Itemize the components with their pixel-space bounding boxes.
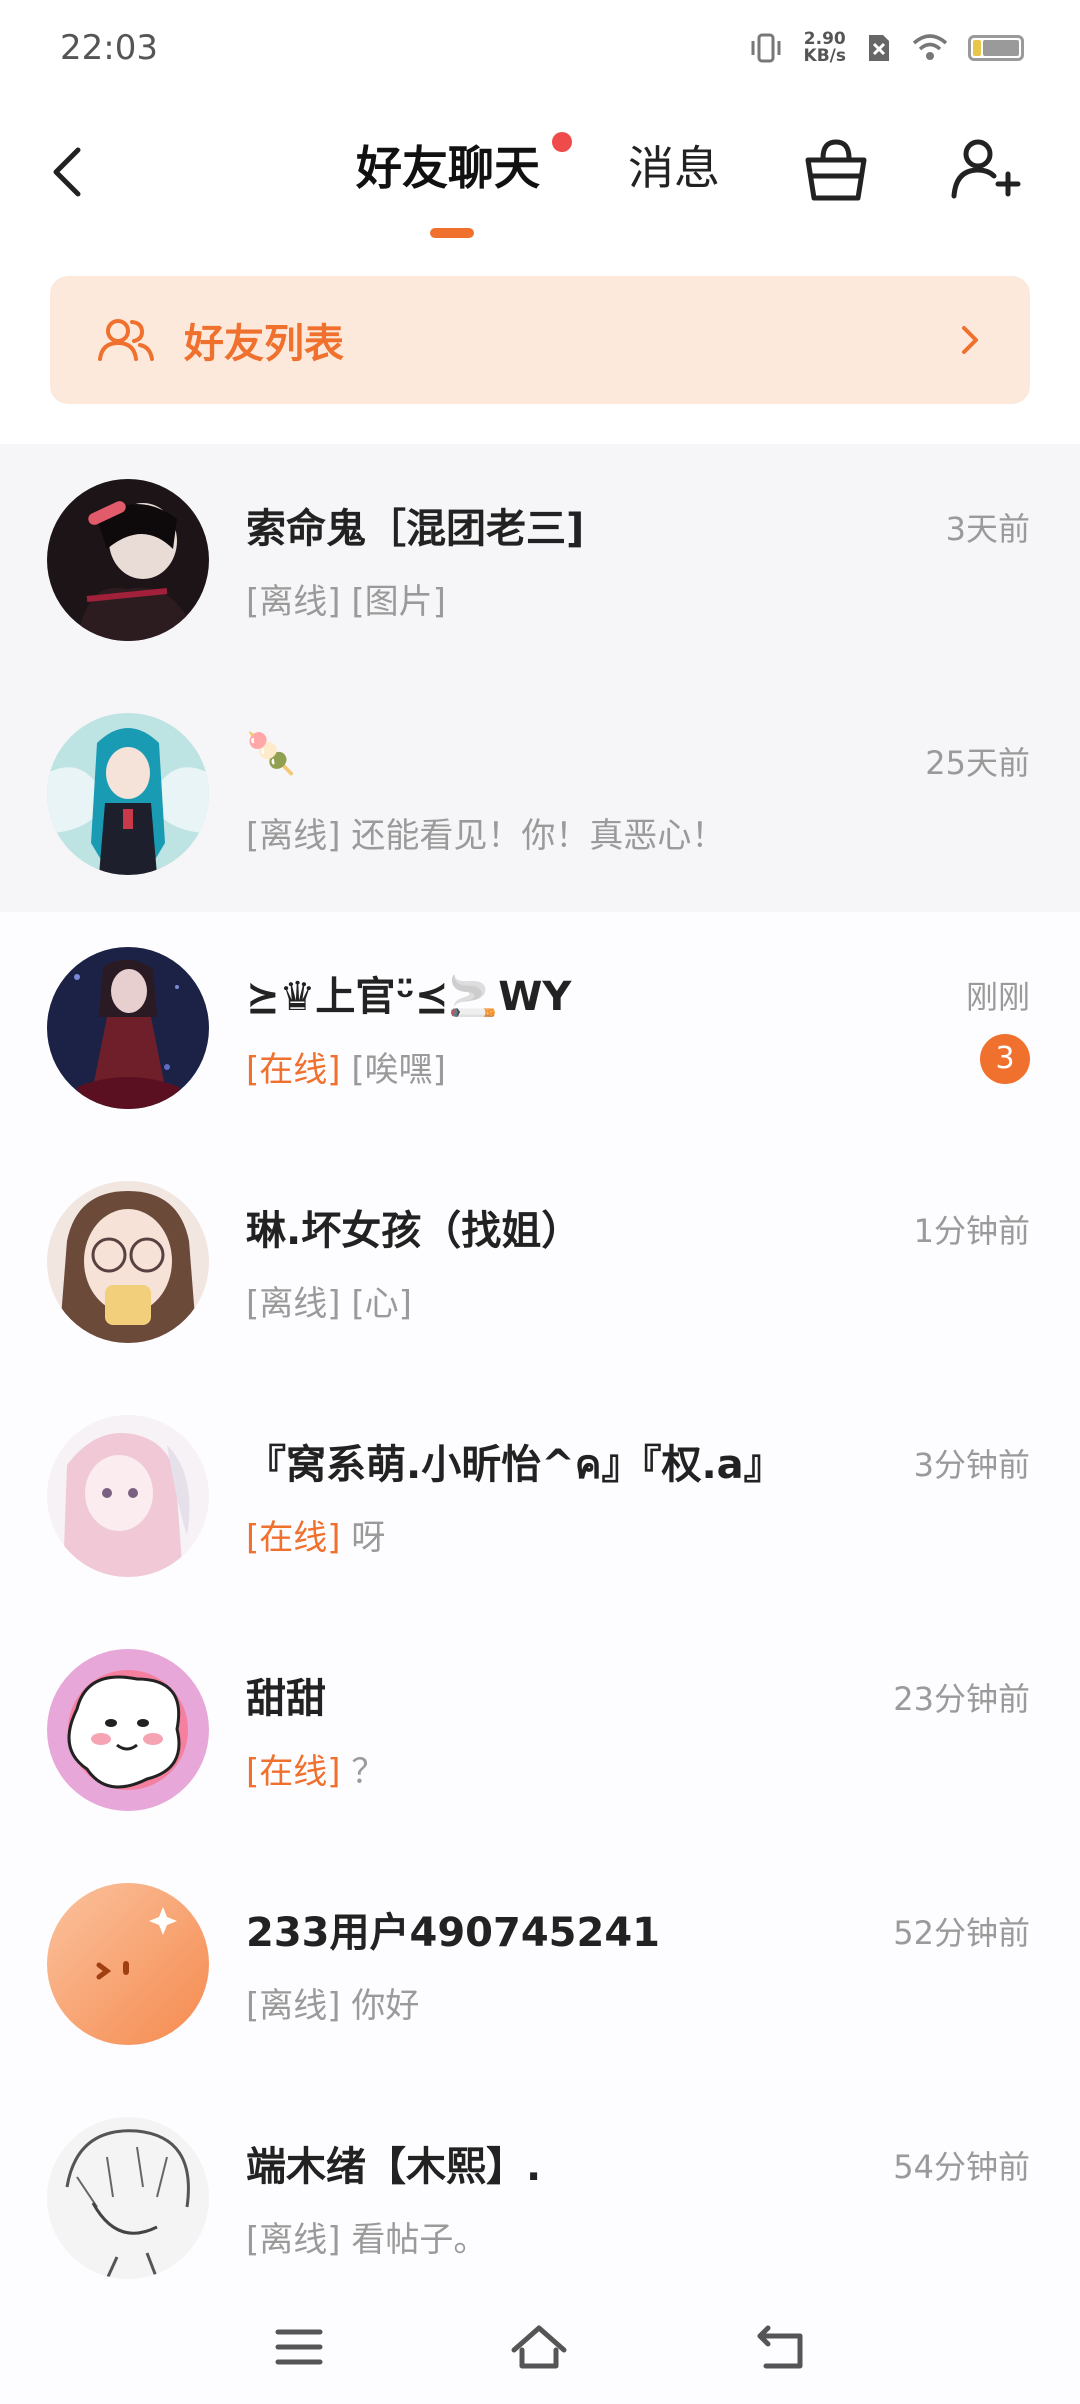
chat-list: 索命鬼［混团老三] [离线] [图片] 3天前 🍡 [离线] 还能看见！你！真恶… <box>0 444 1080 2316</box>
chat-time: 刚刚 <box>965 978 1030 1016</box>
chat-row[interactable]: 索命鬼［混团老三] [离线] [图片] 3天前 <box>0 444 1080 678</box>
chat-time: 25天前 <box>925 744 1030 782</box>
chat-name: 甜甜 <box>246 1676 326 1722</box>
chat-status: [在线] <box>246 1050 341 1090</box>
chevron-left-icon <box>53 147 81 197</box>
active-tab-indicator <box>430 228 474 238</box>
basket-button[interactable] <box>796 130 876 210</box>
home-icon <box>511 2325 567 2369</box>
status-icons: 2.90 KB/s <box>748 31 1024 65</box>
avatar[interactable] <box>47 1415 209 1577</box>
avatar[interactable] <box>47 479 209 641</box>
chat-status: [离线] <box>246 1284 341 1324</box>
top-navigation: 好友聊天 消息 <box>0 110 1080 250</box>
avatar[interactable] <box>47 2117 209 2279</box>
chat-preview: [离线] 还能看见！你！真恶心！ <box>246 808 725 857</box>
chat-row[interactable]: 端木绪【木熙】. [离线] 看帖子。 54分钟前 <box>0 2082 1080 2316</box>
chat-name: 『窝系萌.小昕怡^ค』『权.a』 <box>246 1442 784 1488</box>
battery-icon <box>968 35 1024 61</box>
chat-row[interactable]: ⪰♛上官ᵕ̈⪯🚬WY [在线] [唉嘿] 刚刚 3 <box>0 912 1080 1146</box>
chat-status: [离线] <box>246 2220 341 2260</box>
avatar[interactable] <box>47 1649 209 1811</box>
chat-preview: [在线] ？ <box>246 1744 385 1793</box>
avatar[interactable] <box>47 713 209 875</box>
chat-row[interactable]: 琳.坏女孩（找姐） [离线] [心] 1分钟前 <box>0 1146 1080 1380</box>
friends-icon <box>98 319 154 361</box>
chat-name: ⪰♛上官ᵕ̈⪯🚬WY <box>246 974 572 1020</box>
chat-time: 54分钟前 <box>893 2148 1030 2186</box>
chat-time: 52分钟前 <box>893 1914 1030 1952</box>
chat-name: 🍡 <box>246 731 296 777</box>
back-button[interactable] <box>40 134 100 214</box>
home-button[interactable] <box>504 2312 574 2382</box>
unread-badge: 3 <box>980 1034 1030 1084</box>
add-friend-button[interactable] <box>944 130 1024 210</box>
chat-name: 索命鬼［混团老三] <box>246 506 585 552</box>
chat-preview: [离线] 看帖子。 <box>246 2212 487 2261</box>
chat-message: 看帖子。 <box>351 2220 488 2260</box>
chat-message: ？ <box>351 1752 386 1792</box>
basket-icon <box>805 139 867 201</box>
sim-off-icon <box>869 35 889 61</box>
tab-friend-chat[interactable]: 好友聊天 <box>356 132 540 198</box>
chat-row[interactable]: 甜甜 [在线] ？ 23分钟前 <box>0 1614 1080 1848</box>
chat-name: 琳.坏女孩（找姐） <box>246 1208 582 1254</box>
tab-messages[interactable]: 消息 <box>628 132 720 198</box>
net-speed: 2.90 KB/s <box>804 31 846 65</box>
net-speed-unit: KB/s <box>803 46 846 66</box>
chat-status: [离线] <box>246 816 341 856</box>
chat-message: [唉嘿] <box>351 1050 446 1090</box>
wifi-icon <box>912 34 948 60</box>
system-back-button[interactable] <box>746 2312 816 2382</box>
chat-message: [心] <box>351 1284 412 1324</box>
friend-list-entry[interactable]: 好友列表 <box>50 276 1030 404</box>
avatar[interactable] <box>47 947 209 1109</box>
chat-time: 23分钟前 <box>893 1680 1030 1718</box>
chat-status: [离线] <box>246 1986 341 2026</box>
status-time: 22:03 <box>60 28 158 68</box>
chat-message: 呀 <box>351 1518 386 1558</box>
chat-preview: [在线] 呀 <box>246 1510 385 1559</box>
chat-row[interactable]: 『窝系萌.小昕怡^ค』『权.a』 [在线] 呀 3分钟前 <box>0 1380 1080 1614</box>
menu-button[interactable] <box>264 2312 334 2382</box>
chat-time: 1分钟前 <box>913 1212 1030 1250</box>
friend-list-label: 好友列表 <box>184 321 344 367</box>
system-navigation-bar <box>0 2290 1080 2404</box>
chat-status: [离线] <box>246 582 341 622</box>
chat-message: [图片] <box>351 582 446 622</box>
chat-preview: [离线] [图片] <box>246 574 446 623</box>
chat-preview: [在线] [唉嘿] <box>246 1042 446 1091</box>
avatar[interactable] <box>47 1883 209 2045</box>
chat-preview: [离线] 你好 <box>246 1978 419 2027</box>
chat-status: [在线] <box>246 1518 341 1558</box>
chat-time: 3天前 <box>945 510 1030 548</box>
chat-time: 3分钟前 <box>913 1446 1030 1484</box>
chevron-right-icon <box>962 326 978 354</box>
chat-name: 端木绪【木熙】. <box>246 2144 542 2190</box>
chat-row[interactable]: 233用户490745241 [离线] 你好 52分钟前 <box>0 1848 1080 2082</box>
chat-status: [在线] <box>246 1752 341 1792</box>
back-return-icon <box>757 2325 803 2369</box>
chat-name: 233用户490745241 <box>246 1910 660 1956</box>
chat-message: 你好 <box>351 1986 420 2026</box>
vibrate-icon <box>751 33 781 63</box>
menu-icon <box>275 2329 323 2365</box>
chat-message: 还能看见！你！真恶心！ <box>351 816 726 856</box>
chat-preview: [离线] [心] <box>246 1276 412 1325</box>
avatar[interactable] <box>47 1181 209 1343</box>
tab-notification-dot <box>552 132 572 152</box>
chat-row[interactable]: 🍡 [离线] 还能看见！你！真恶心！ 25天前 <box>0 678 1080 912</box>
status-bar: 22:03 2.90 KB/s <box>0 0 1080 96</box>
add-user-icon <box>951 139 1021 199</box>
